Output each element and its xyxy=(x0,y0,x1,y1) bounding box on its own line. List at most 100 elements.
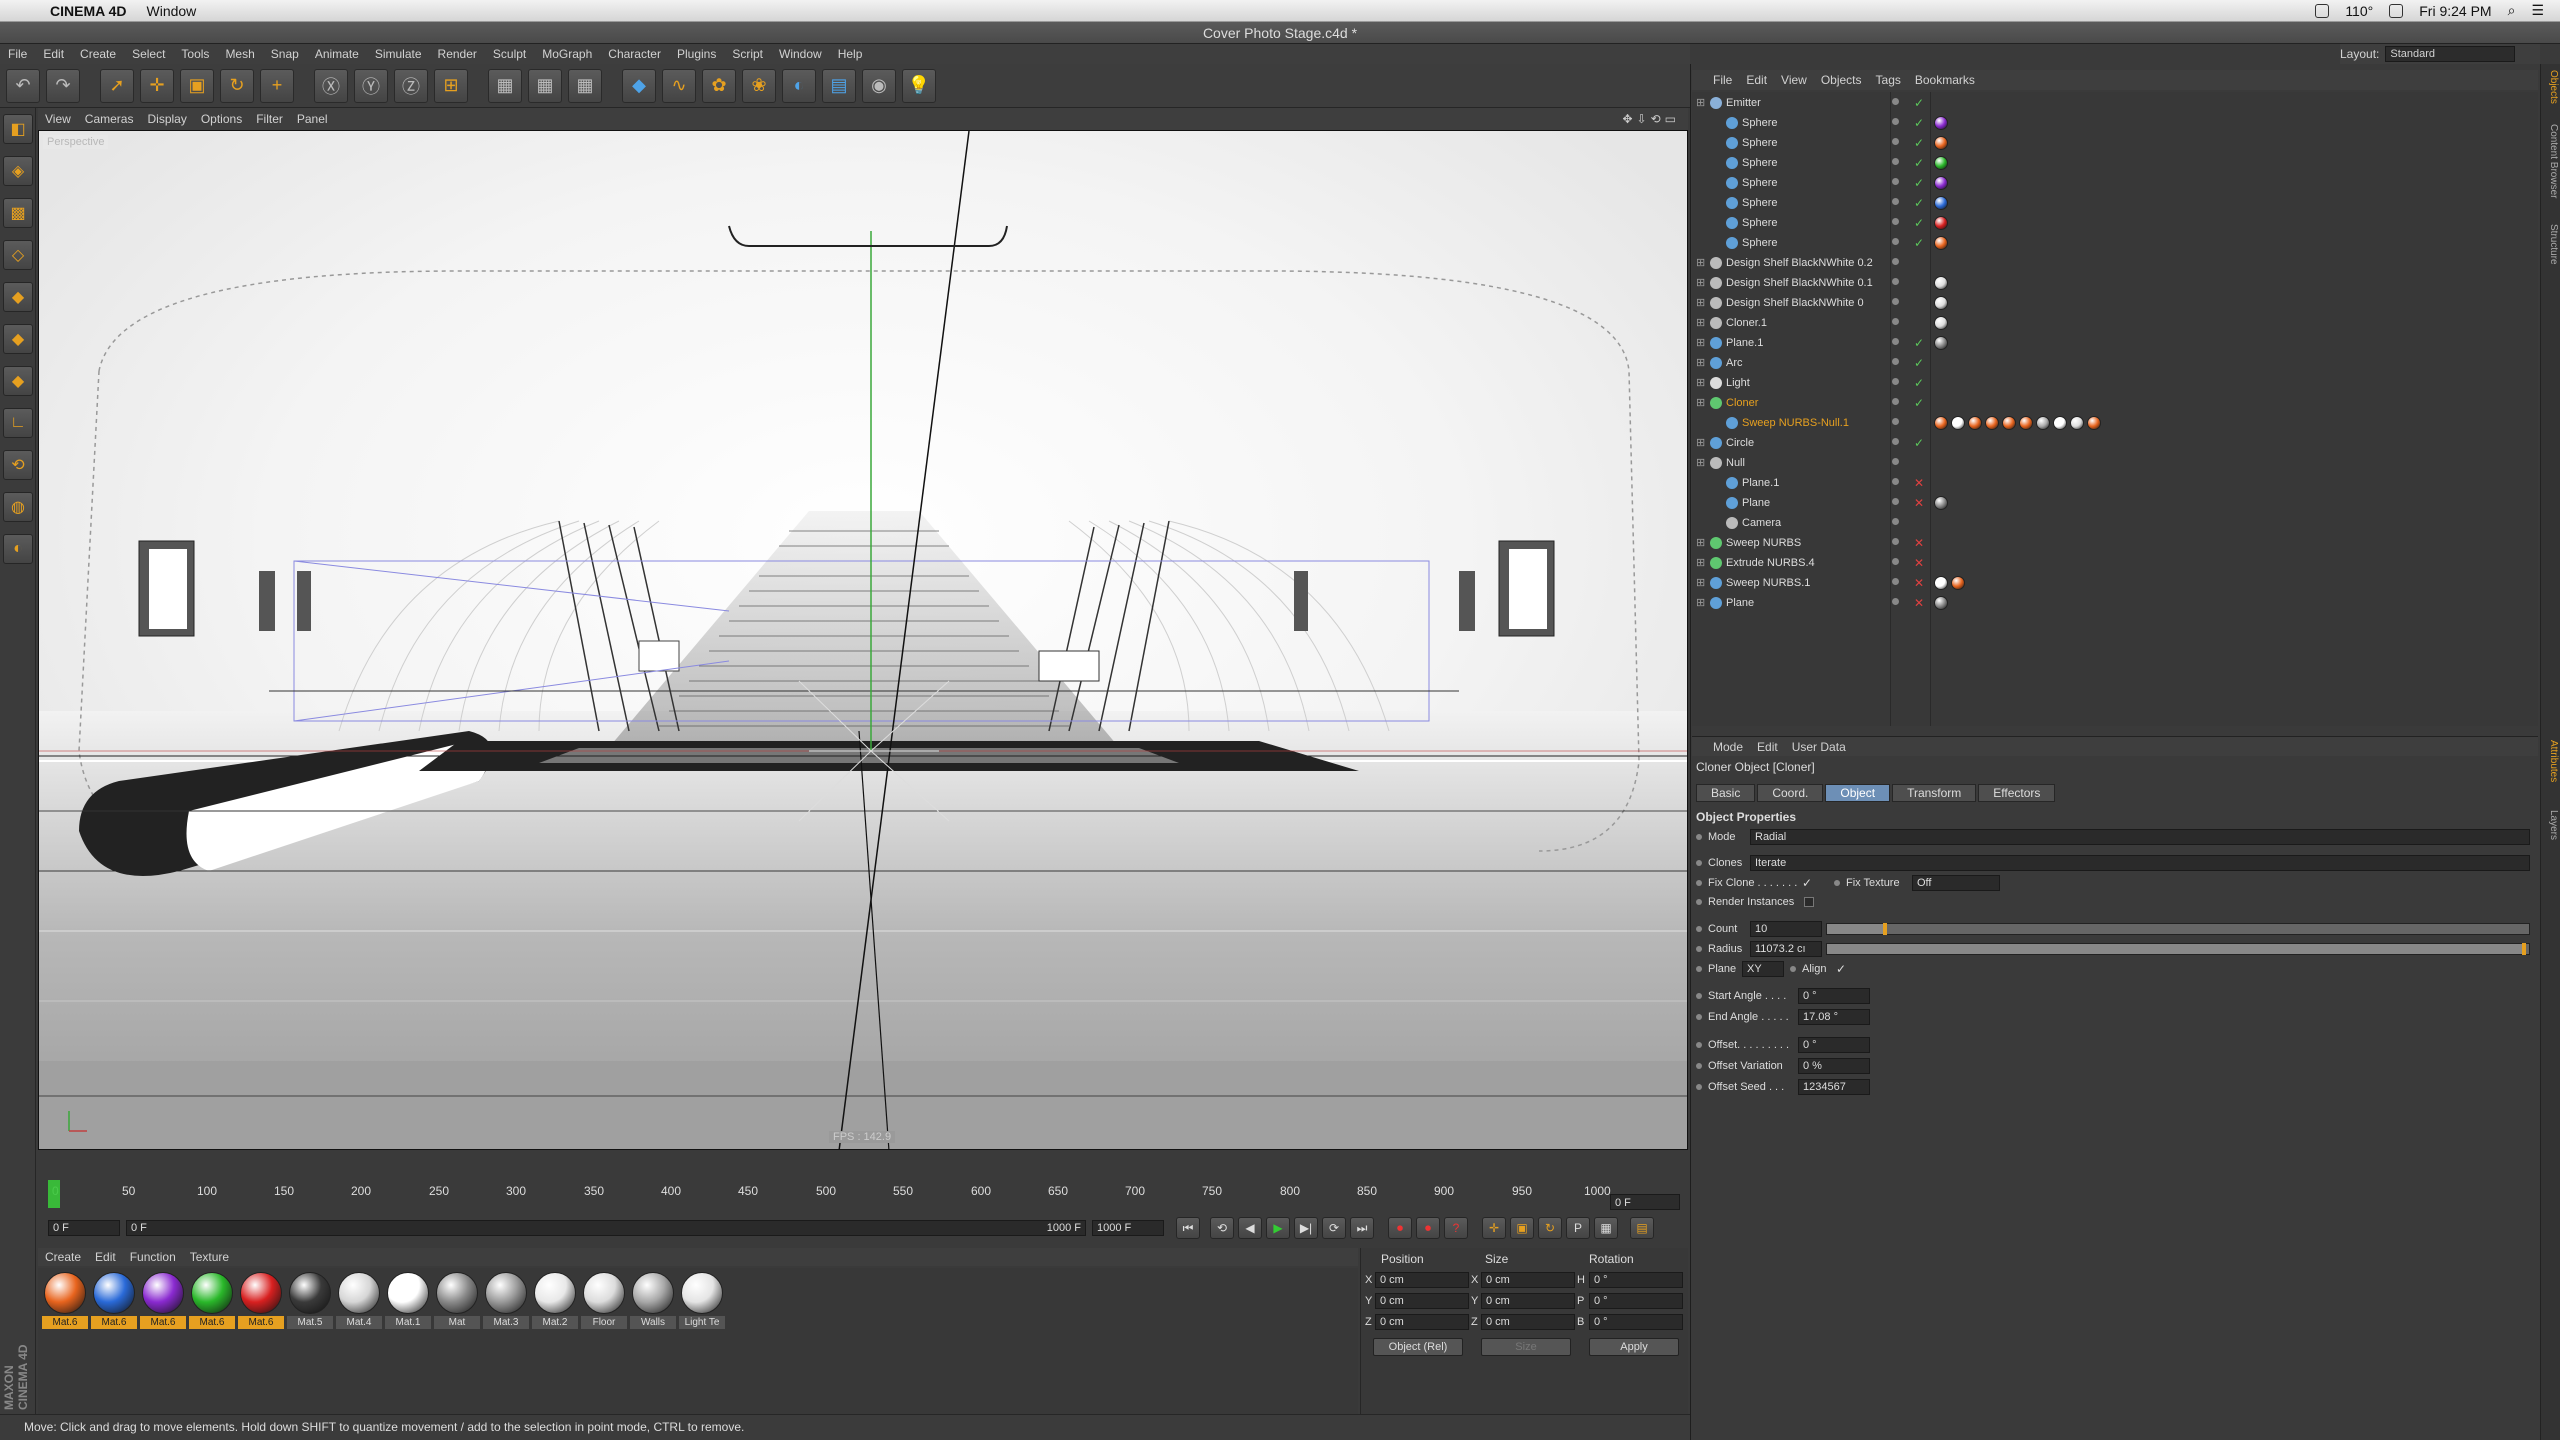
fix-clone-checkbox[interactable]: ✓ xyxy=(1802,876,1812,890)
object-row[interactable]: ⊞ Plane.1 ✓ xyxy=(1692,333,2538,353)
object-name[interactable]: Sphere xyxy=(1742,173,1777,193)
object-name[interactable]: Extrude NURBS.4 xyxy=(1726,553,1815,573)
enabled-check-icon[interactable]: ✓ xyxy=(1914,133,1924,153)
sidetab-content-browser[interactable]: Content Browser xyxy=(2543,124,2559,198)
visibility-dot-icon[interactable] xyxy=(1892,178,1899,185)
expand-icon[interactable]: ⊞ xyxy=(1696,573,1705,593)
cube-primitive-icon[interactable]: ◆ xyxy=(622,68,656,103)
offset-seed-field[interactable]: 1234567 xyxy=(1798,1079,1870,1095)
end-frame-field[interactable]: 1000 F xyxy=(1092,1220,1164,1236)
locked-workplane-icon[interactable]: ◐ xyxy=(3,534,33,564)
object-name[interactable]: Design Shelf BlackNWhite 0 xyxy=(1726,293,1864,313)
light-icon[interactable]: 💡 xyxy=(902,68,936,103)
expand-icon[interactable]: ⊞ xyxy=(1696,353,1705,373)
z-axis-lock-icon[interactable]: Ⓩ xyxy=(394,68,428,103)
object-row[interactable]: ⊞ Null xyxy=(1692,453,2538,473)
obj-menu-bookmarks[interactable]: Bookmarks xyxy=(1908,73,1982,87)
rotation-key-icon[interactable]: ↻ xyxy=(1538,1217,1562,1239)
material-tag-icon[interactable] xyxy=(1934,236,1948,250)
visibility-dot-icon[interactable] xyxy=(1892,458,1899,465)
object-name[interactable]: Plane.1 xyxy=(1726,333,1763,353)
expand-icon[interactable]: ⊞ xyxy=(1696,93,1705,113)
timeline-playhead[interactable] xyxy=(48,1180,60,1208)
object-name[interactable]: Sphere xyxy=(1742,153,1777,173)
floor-icon[interactable]: ▤ xyxy=(822,68,856,103)
enabled-check-icon[interactable]: ✓ xyxy=(1914,233,1924,253)
material-tag-icon[interactable] xyxy=(2002,416,2016,430)
material-tag-icon[interactable] xyxy=(1934,316,1948,330)
enabled-check-icon[interactable]: ✓ xyxy=(1914,213,1924,233)
object-row[interactable]: ⊞ Design Shelf BlackNWhite 0 xyxy=(1692,293,2538,313)
menu-script[interactable]: Script xyxy=(724,47,771,61)
object-name[interactable]: Circle xyxy=(1726,433,1754,453)
object-name[interactable]: Sphere xyxy=(1742,233,1777,253)
object-row[interactable]: ⊞ Sweep NURBS ✕ xyxy=(1692,533,2538,553)
material-tag-icon[interactable] xyxy=(1934,596,1948,610)
obj-menu-objects[interactable]: Objects xyxy=(1814,73,1869,87)
model-mode-icon[interactable]: ◈ xyxy=(3,156,33,186)
object-name[interactable]: Sweep NURBS.1 xyxy=(1726,573,1810,593)
object-row[interactable]: ⊞ Circle ✓ xyxy=(1692,433,2538,453)
tweak-mode-icon[interactable]: ⟲ xyxy=(3,450,33,480)
menu-animate[interactable]: Animate xyxy=(307,47,367,61)
menu-help[interactable]: Help xyxy=(830,47,871,61)
material-tag-icon[interactable] xyxy=(1934,156,1948,170)
visibility-dot-icon[interactable] xyxy=(1892,498,1899,505)
autokey-icon[interactable]: ⏺ xyxy=(1416,1217,1440,1239)
viewport-nav-icons[interactable]: ✥⇩⟲▭ xyxy=(1615,112,1688,126)
enabled-check-icon[interactable]: ✓ xyxy=(1914,93,1924,113)
workplane-icon[interactable]: ◇ xyxy=(3,240,33,270)
rotation-b-field[interactable]: 0 ° xyxy=(1589,1314,1683,1330)
tab-transform[interactable]: Transform xyxy=(1892,784,1977,802)
object-row[interactable]: Camera xyxy=(1692,513,2538,533)
object-row[interactable]: Sphere ✓ xyxy=(1692,153,2538,173)
offset-field[interactable]: 0 ° xyxy=(1798,1037,1870,1053)
menu-select[interactable]: Select xyxy=(124,47,173,61)
visibility-dot-icon[interactable] xyxy=(1892,438,1899,445)
object-row[interactable]: Plane ✕ xyxy=(1692,493,2538,513)
mode-dropdown[interactable]: Radial xyxy=(1750,829,2530,845)
object-row[interactable]: ⊞ Cloner.1 xyxy=(1692,313,2538,333)
redo-icon[interactable]: ↷ xyxy=(46,68,80,103)
object-name[interactable]: Arc xyxy=(1726,353,1743,373)
rotation-h-field[interactable]: 0 ° xyxy=(1589,1272,1683,1288)
object-row[interactable]: ⊞ Extrude NURBS.4 ✕ xyxy=(1692,553,2538,573)
move-tool-icon[interactable]: ✛ xyxy=(140,68,174,103)
prev-frame-icon[interactable]: ◀ xyxy=(1238,1217,1262,1239)
object-name[interactable]: Sweep NURBS xyxy=(1726,533,1801,553)
enabled-check-icon[interactable]: ✓ xyxy=(1914,373,1924,393)
sidetab-structure[interactable]: Structure xyxy=(2543,224,2559,265)
attr-menu-edit[interactable]: Edit xyxy=(1750,740,1785,754)
material-swatch[interactable]: Mat.3 xyxy=(483,1272,529,1329)
object-name[interactable]: Cloner xyxy=(1726,393,1758,413)
material-swatch[interactable]: Mat.6 xyxy=(42,1272,88,1329)
array-icon[interactable]: ❀ xyxy=(742,68,776,103)
expand-icon[interactable]: ⊞ xyxy=(1696,453,1705,473)
parameter-key-icon[interactable]: P xyxy=(1566,1217,1590,1239)
expand-icon[interactable]: ⊞ xyxy=(1696,293,1705,313)
object-name[interactable]: Light xyxy=(1726,373,1750,393)
size-z-field[interactable]: 0 cm xyxy=(1481,1314,1575,1330)
size-x-field[interactable]: 0 cm xyxy=(1481,1272,1575,1288)
expand-icon[interactable]: ⊞ xyxy=(1696,433,1705,453)
scale-tool-icon[interactable]: ▣ xyxy=(180,68,214,103)
size-mode-dropdown[interactable]: Size xyxy=(1481,1338,1571,1356)
material-tag-icon[interactable] xyxy=(1951,576,1965,590)
axis-mode-icon[interactable]: ∟ xyxy=(3,408,33,438)
visibility-dot-icon[interactable] xyxy=(1892,238,1899,245)
menu-mograph[interactable]: MoGraph xyxy=(534,47,600,61)
disabled-icon[interactable]: ✕ xyxy=(1914,473,1924,493)
object-row[interactable]: ⊞ Design Shelf BlackNWhite 0.1 xyxy=(1692,273,2538,293)
material-tag-icon[interactable] xyxy=(1985,416,1999,430)
play-icon[interactable]: ▶ xyxy=(1266,1217,1290,1239)
current-frame-field[interactable]: 0 F xyxy=(1610,1194,1680,1210)
vp-menu-view[interactable]: View xyxy=(38,112,78,126)
object-name[interactable]: Null xyxy=(1726,453,1745,473)
last-tool-icon[interactable]: + xyxy=(260,68,294,103)
material-swatch[interactable]: Mat.6 xyxy=(189,1272,235,1329)
material-tag-icon[interactable] xyxy=(1934,196,1948,210)
expand-icon[interactable]: ⊞ xyxy=(1696,553,1705,573)
enabled-check-icon[interactable]: ✓ xyxy=(1914,173,1924,193)
battery-status[interactable]: 110° xyxy=(2345,3,2373,19)
visibility-dot-icon[interactable] xyxy=(1892,358,1899,365)
